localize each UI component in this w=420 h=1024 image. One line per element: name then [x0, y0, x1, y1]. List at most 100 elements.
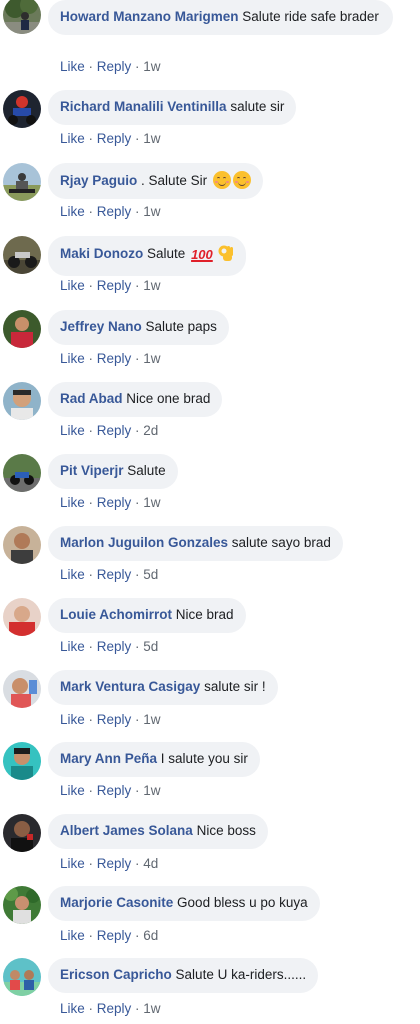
like-link[interactable]: Like — [60, 856, 85, 871]
comment-text: Salute — [127, 463, 166, 478]
timestamp[interactable]: 1w — [143, 495, 160, 510]
reply-link[interactable]: Reply — [97, 495, 132, 510]
hundred-points-emoji: 100 — [191, 247, 213, 262]
separator: · — [84, 783, 97, 798]
like-link[interactable]: Like — [60, 351, 85, 366]
commenter-name-link[interactable]: Howard Manzano Marigmen — [60, 9, 239, 24]
separator: · — [131, 639, 144, 654]
like-link[interactable]: Like — [60, 278, 85, 293]
timestamp[interactable]: 1w — [143, 712, 160, 727]
comment-bubble: Richard Manalili Ventinilla salute sir — [48, 90, 297, 125]
person-red-avatar[interactable] — [3, 598, 41, 636]
reply-link[interactable]: Reply — [97, 639, 132, 654]
separator: · — [131, 856, 144, 871]
comment-bubble: Howard Manzano Marigmen Salute ride safe… — [48, 0, 393, 35]
comment-actions: Like · Reply · 2d — [60, 423, 158, 439]
comment-bubble: Albert James Solana Nice boss — [48, 814, 268, 849]
like-link[interactable]: Like — [60, 131, 85, 146]
separator: · — [84, 495, 97, 510]
like-link[interactable]: Like — [60, 204, 85, 219]
commenter-name-link[interactable]: Louie Achomirrot — [60, 607, 172, 622]
person-face-avatar[interactable] — [3, 382, 41, 420]
timestamp[interactable]: 1w — [143, 1001, 160, 1016]
timestamp[interactable]: 1w — [143, 204, 160, 219]
comment-bubble: Marlon Juguilon Gonzales salute sayo bra… — [48, 526, 343, 561]
commenter-name-link[interactable]: Mary Ann Peña — [60, 751, 157, 766]
comment-actions: Like · Reply · 5d — [60, 639, 158, 655]
timestamp[interactable]: 1w — [143, 351, 160, 366]
reply-link[interactable]: Reply — [97, 131, 132, 146]
commenter-name-link[interactable]: Albert James Solana — [60, 823, 193, 838]
comment-actions: Like · Reply · 1w — [60, 783, 161, 799]
like-link[interactable]: Like — [60, 639, 85, 654]
commenter-name-link[interactable]: Marjorie Casonite — [60, 895, 173, 910]
commenter-name-link[interactable]: Mark Ventura Casigay — [60, 679, 200, 694]
person-red-shirt-avatar[interactable] — [3, 310, 41, 348]
comment-bubble: Jeffrey Nano Salute paps — [48, 310, 229, 345]
person-by-tree-avatar[interactable] — [3, 0, 41, 34]
reply-link[interactable]: Reply — [97, 59, 132, 74]
like-link[interactable]: Like — [60, 712, 85, 727]
like-link[interactable]: Like — [60, 495, 85, 510]
timestamp[interactable]: 1w — [143, 59, 160, 74]
rider-on-motorcycle-avatar[interactable] — [3, 90, 41, 128]
person-portrait-avatar[interactable] — [3, 526, 41, 564]
timestamp[interactable]: 2d — [143, 423, 158, 438]
like-link[interactable]: Like — [60, 1001, 85, 1016]
rider-on-field-avatar[interactable] — [3, 163, 41, 201]
timestamp[interactable]: 5d — [143, 567, 158, 582]
comment-bubble: Pit Viperjr Salute — [48, 454, 178, 489]
comment-actions: Like · Reply · 1w — [60, 59, 161, 75]
commenter-name-link[interactable]: Maki Donozo — [60, 246, 143, 261]
group-photo-avatar[interactable] — [3, 958, 41, 996]
like-link[interactable]: Like — [60, 783, 85, 798]
comment-actions: Like · Reply · 5d — [60, 567, 158, 583]
timestamp[interactable]: 5d — [143, 639, 158, 654]
separator: · — [84, 567, 97, 582]
comment-bubble: Mark Ventura Casigay salute sir ! — [48, 670, 278, 705]
like-link[interactable]: Like — [60, 59, 85, 74]
reply-link[interactable]: Reply — [97, 423, 132, 438]
person-selfie-avatar[interactable] — [3, 670, 41, 708]
comment-actions: Like · Reply · 1w — [60, 204, 161, 220]
comment-text: salute sayo brad — [231, 535, 331, 550]
reply-link[interactable]: Reply — [97, 712, 132, 727]
timestamp[interactable]: 6d — [143, 928, 158, 943]
comment-text: . Salute Sir — [141, 173, 208, 188]
motorcycle-avatar[interactable] — [3, 236, 41, 274]
separator: · — [84, 856, 97, 871]
commenter-name-link[interactable]: Richard Manalili Ventinilla — [60, 99, 227, 114]
separator: · — [131, 712, 144, 727]
timestamp[interactable]: 1w — [143, 278, 160, 293]
like-link[interactable]: Like — [60, 567, 85, 582]
timestamp[interactable]: 1w — [143, 131, 160, 146]
timestamp[interactable]: 1w — [143, 783, 160, 798]
separator: · — [131, 423, 144, 438]
person-teal-avatar[interactable] — [3, 742, 41, 780]
comment-text: salute sir — [230, 99, 285, 114]
commenter-name-link[interactable]: Jeffrey Nano — [60, 319, 142, 334]
reply-link[interactable]: Reply — [97, 351, 132, 366]
reply-link[interactable]: Reply — [97, 856, 132, 871]
motorcycle-road-avatar[interactable] — [3, 454, 41, 492]
separator: · — [131, 1001, 144, 1016]
separator: · — [84, 351, 97, 366]
reply-link[interactable]: Reply — [97, 204, 132, 219]
commenter-name-link[interactable]: Rjay Paguio — [60, 173, 137, 188]
reply-link[interactable]: Reply — [97, 1001, 132, 1016]
separator: · — [131, 928, 144, 943]
person-dark-avatar[interactable] — [3, 814, 41, 852]
timestamp[interactable]: 4d — [143, 856, 158, 871]
reply-link[interactable]: Reply — [97, 928, 132, 943]
like-link[interactable]: Like — [60, 928, 85, 943]
reply-link[interactable]: Reply — [97, 567, 132, 582]
commenter-name-link[interactable]: Ericson Capricho — [60, 967, 172, 982]
reply-link[interactable]: Reply — [97, 278, 132, 293]
like-link[interactable]: Like — [60, 423, 85, 438]
commenter-name-link[interactable]: Marlon Juguilon Gonzales — [60, 535, 228, 550]
commenter-name-link[interactable]: Pit Viperjr — [60, 463, 124, 478]
person-garden-avatar[interactable] — [3, 886, 41, 924]
reply-link[interactable]: Reply — [97, 783, 132, 798]
comment-text: Nice one brad — [126, 391, 211, 406]
commenter-name-link[interactable]: Rad Abad — [60, 391, 123, 406]
